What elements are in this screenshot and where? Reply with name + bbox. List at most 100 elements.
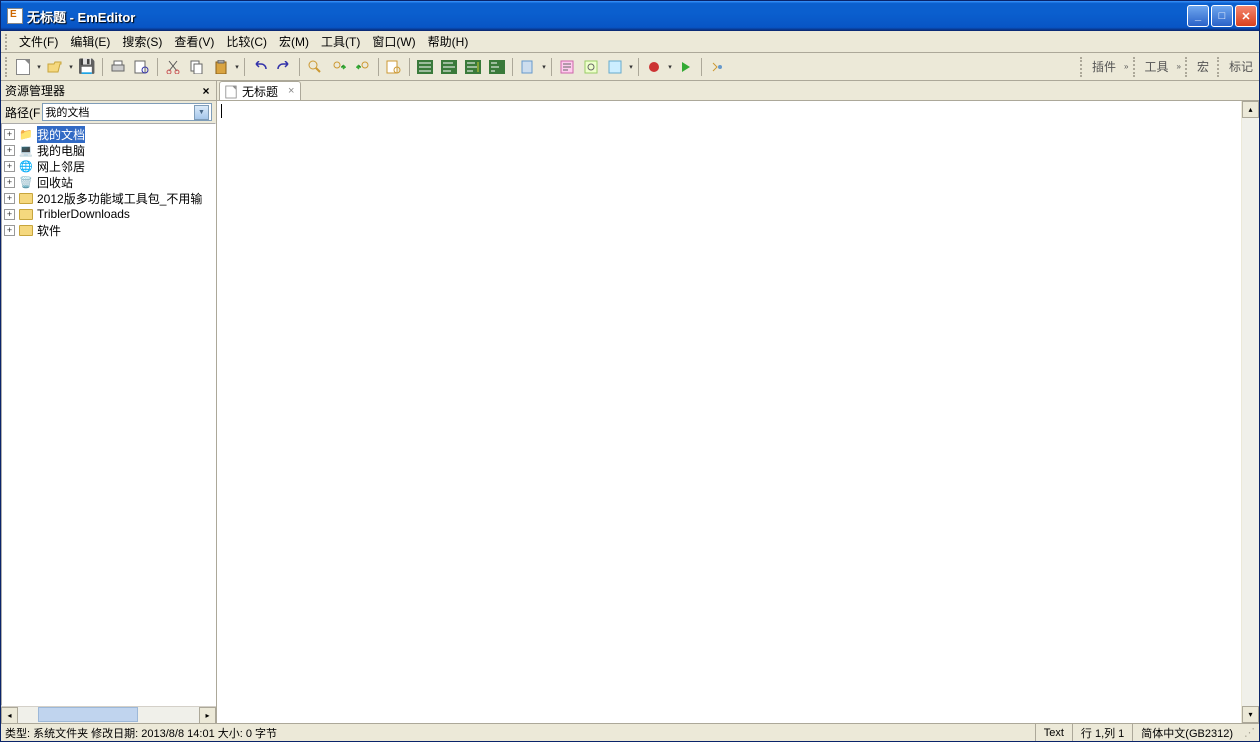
explorer-close-button[interactable]: ×: [200, 84, 212, 98]
explorer-tree[interactable]: + 📁 我的文档 + 💻 我的电脑 + 🌐 网上邻居 + 🗑️: [1, 123, 216, 706]
customize-button[interactable]: [580, 56, 602, 78]
tools-grip[interactable]: [1133, 57, 1137, 77]
app-icon: [7, 8, 23, 24]
statusbar: 类型: 系统文件夹 修改日期: 2013/8/8 14:01 大小: 0 字节 …: [1, 723, 1259, 741]
toolbar: ▾ ▾ 💾 ▾ ▾ ▾ ▾: [1, 53, 1259, 81]
tabs-row: 无标题 ×: [217, 81, 1259, 101]
config-dropdown[interactable]: ▾: [540, 63, 548, 71]
chevron-right-icon[interactable]: »: [1177, 62, 1181, 71]
scroll-down-button[interactable]: ▾: [1242, 706, 1259, 723]
wrap-char-button[interactable]: [486, 56, 508, 78]
macro-record-dropdown[interactable]: ▾: [666, 63, 674, 71]
expand-icon[interactable]: +: [4, 225, 15, 236]
marks-toolbar-label[interactable]: 标记: [1225, 56, 1257, 77]
menu-tools[interactable]: 工具(T): [315, 31, 366, 52]
tree-item-label: 我的文档: [37, 126, 85, 143]
path-combo[interactable]: 我的文档 ▼: [42, 103, 212, 121]
expand-icon[interactable]: +: [4, 209, 15, 220]
menu-help[interactable]: 帮助(H): [422, 31, 475, 52]
tree-item-label: 回收站: [37, 174, 73, 191]
resize-grip[interactable]: ⋰: [1241, 726, 1255, 739]
redo-button[interactable]: [273, 56, 295, 78]
tree-item[interactable]: + 软件: [2, 222, 215, 238]
document-tab[interactable]: 无标题 ×: [219, 81, 301, 100]
minimize-button[interactable]: _: [1187, 5, 1209, 27]
expand-icon[interactable]: +: [4, 177, 15, 188]
print-button[interactable]: [107, 56, 129, 78]
tree-item[interactable]: + 📁 我的文档: [2, 126, 215, 142]
scroll-left-button[interactable]: ◂: [1, 707, 18, 724]
scroll-up-button[interactable]: ▴: [1242, 101, 1259, 118]
folder-docs-icon: 📁: [18, 127, 34, 141]
expand-icon[interactable]: +: [4, 145, 15, 156]
tree-item[interactable]: + TriblerDownloads: [2, 206, 215, 222]
plugins-toolbar-label[interactable]: 插件: [1088, 56, 1120, 77]
explorer-panel: 资源管理器 × 路径(F 我的文档 ▼ + 📁 我的文档 + 💻: [1, 81, 217, 723]
find-prev-button[interactable]: [352, 56, 374, 78]
wrap-window-button[interactable]: [438, 56, 460, 78]
macro-grip[interactable]: [1185, 57, 1189, 77]
options-dropdown[interactable]: ▾: [627, 63, 635, 71]
network-icon: 🌐: [18, 159, 34, 173]
tools-toolbar-label[interactable]: 工具: [1141, 56, 1173, 77]
copy-button[interactable]: [186, 56, 208, 78]
toolbar-grip[interactable]: [5, 57, 9, 77]
tree-item[interactable]: + 🗑️ 回收站: [2, 174, 215, 190]
properties-button[interactable]: [556, 56, 578, 78]
marks-grip[interactable]: [1217, 57, 1221, 77]
menu-search[interactable]: 搜索(S): [116, 31, 168, 52]
tree-item[interactable]: + 2012版多功能域工具包_不用输: [2, 190, 215, 206]
text-cursor: [221, 104, 222, 118]
editor-vscrollbar[interactable]: ▴ ▾: [1242, 101, 1259, 723]
recycle-icon: 🗑️: [18, 175, 34, 189]
menu-compare[interactable]: 比较(C): [220, 31, 273, 52]
close-button[interactable]: ✕: [1235, 5, 1257, 27]
save-button[interactable]: 💾: [76, 56, 98, 78]
menu-window[interactable]: 窗口(W): [366, 31, 421, 52]
tab-close-button[interactable]: ×: [288, 85, 294, 97]
menu-view[interactable]: 查看(V): [168, 31, 220, 52]
menu-edit[interactable]: 编辑(E): [64, 31, 116, 52]
menubar-grip[interactable]: [5, 34, 9, 50]
tree-item[interactable]: + 💻 我的电脑: [2, 142, 215, 158]
scroll-right-button[interactable]: ▸: [199, 707, 216, 724]
open-dropdown[interactable]: ▾: [67, 63, 75, 71]
plugins-grip[interactable]: [1080, 57, 1084, 77]
find-in-files-button[interactable]: [383, 56, 405, 78]
new-button[interactable]: [12, 56, 34, 78]
menu-macro[interactable]: 宏(M): [273, 31, 315, 52]
macro-record-button[interactable]: [643, 56, 665, 78]
expand-icon[interactable]: +: [4, 161, 15, 172]
macro-play-button[interactable]: [675, 56, 697, 78]
wrap-none-button[interactable]: [414, 56, 436, 78]
scroll-thumb[interactable]: [38, 707, 138, 722]
outline-button[interactable]: [706, 56, 728, 78]
chevron-right-icon[interactable]: »: [1124, 62, 1128, 71]
macro-toolbar-label[interactable]: 宏: [1193, 56, 1213, 77]
status-encoding[interactable]: 简体中文(GB2312): [1132, 724, 1241, 741]
find-next-button[interactable]: [328, 56, 350, 78]
config-button[interactable]: [517, 56, 539, 78]
options-button[interactable]: [604, 56, 626, 78]
paste-dropdown[interactable]: ▾: [233, 63, 241, 71]
document-icon: [224, 84, 238, 98]
explorer-hscrollbar[interactable]: ◂ ▸: [1, 706, 216, 723]
expand-icon[interactable]: +: [4, 129, 15, 140]
cut-button[interactable]: [162, 56, 184, 78]
find-button[interactable]: [304, 56, 326, 78]
wrap-page-button[interactable]: [462, 56, 484, 78]
undo-button[interactable]: [249, 56, 271, 78]
status-mode[interactable]: Text: [1035, 724, 1072, 741]
expand-icon[interactable]: +: [4, 193, 15, 204]
maximize-button[interactable]: □: [1211, 5, 1233, 27]
editor-textarea[interactable]: [217, 101, 1242, 723]
new-dropdown[interactable]: ▾: [35, 63, 43, 71]
open-button[interactable]: [44, 56, 66, 78]
titlebar[interactable]: 无标题 - EmEditor _ □ ✕: [1, 1, 1259, 31]
menu-file[interactable]: 文件(F): [13, 31, 64, 52]
tree-item[interactable]: + 🌐 网上邻居: [2, 158, 215, 174]
status-info: 类型: 系统文件夹 修改日期: 2013/8/8 14:01 大小: 0 字节: [5, 725, 1035, 741]
combo-dropdown-icon[interactable]: ▼: [194, 105, 209, 120]
paste-button[interactable]: [210, 56, 232, 78]
print-preview-button[interactable]: [131, 56, 153, 78]
